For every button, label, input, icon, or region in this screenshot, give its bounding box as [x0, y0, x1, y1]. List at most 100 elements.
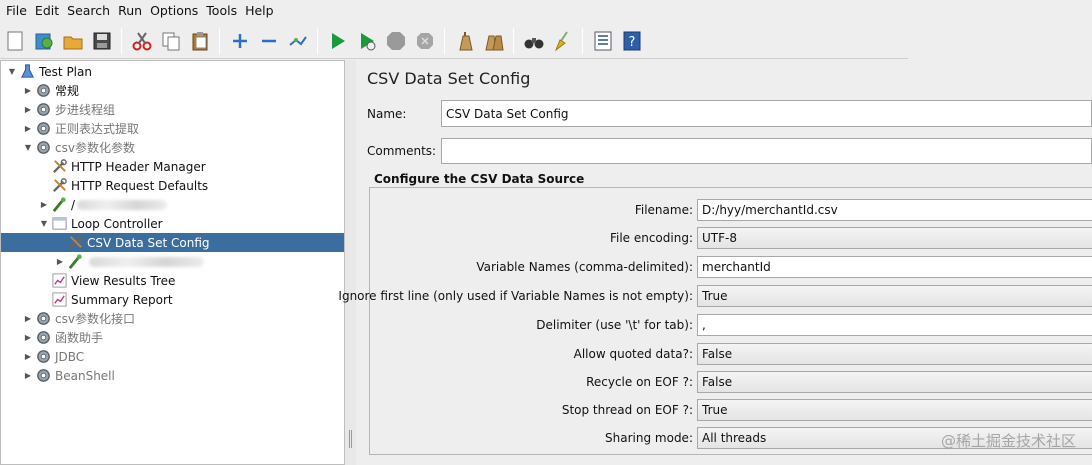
tree-node-label: /: [71, 197, 76, 212]
menu-search[interactable]: Search: [63, 0, 114, 22]
tree-node-label: CSV Data Set Config: [87, 235, 210, 250]
field-combo[interactable]: UTF-8: [697, 227, 1092, 249]
field-combo[interactable]: False: [697, 371, 1092, 393]
tree-node[interactable]: ▼ Loop Controller: [1, 214, 344, 233]
tree-node-label: 步进线程组: [55, 103, 116, 117]
paste-icon: [192, 32, 207, 51]
tree-node[interactable]: ▼ Test Plan: [1, 62, 344, 81]
search-button[interactable]: [519, 25, 548, 57]
expand-toggle-icon[interactable]: ▶: [22, 332, 34, 344]
field-input[interactable]: merchantId: [697, 256, 1092, 278]
help-button[interactable]: ?: [617, 25, 646, 57]
toggle-icon: [288, 36, 307, 46]
shutdown-button[interactable]: [410, 25, 439, 57]
tree-node[interactable]: ▶ /: [1, 195, 344, 214]
collapse-button[interactable]: [254, 25, 283, 57]
save-button[interactable]: [87, 25, 116, 57]
expand-toggle-icon[interactable]: ▶: [22, 370, 34, 382]
field-label: Ignore first line (only used if Variable…: [338, 289, 693, 303]
tree-node[interactable]: CSV Data Set Config: [1, 233, 344, 252]
broom-icon: [554, 31, 568, 52]
clear-icon: [458, 32, 473, 51]
start-no-timers-button[interactable]: [352, 25, 381, 57]
expand-toggle-icon[interactable]: ▶: [38, 199, 50, 211]
toolbar-separator: [219, 28, 220, 54]
stop-button[interactable]: [381, 25, 410, 57]
toolbar-separator: [121, 28, 122, 54]
tree-node[interactable]: HTTP Request Defaults: [1, 176, 344, 195]
templates-button[interactable]: [29, 25, 58, 57]
page-title: CSV Data Set Config: [367, 69, 531, 88]
field-combo[interactable]: True: [697, 399, 1092, 421]
function-helper-button[interactable]: [588, 25, 617, 57]
menu-file[interactable]: File: [2, 0, 31, 22]
expand-toggle-icon[interactable]: ▶: [22, 351, 34, 363]
collapse-toggle-icon[interactable]: ▼: [22, 142, 34, 154]
thread-group-icon: [34, 139, 52, 157]
toolbar-separator: [582, 28, 583, 54]
comments-label: Comments:: [367, 144, 437, 158]
sampler-icon: [50, 196, 68, 214]
comments-field[interactable]: [441, 138, 1092, 164]
open-button[interactable]: [58, 25, 87, 57]
new-icon: [7, 31, 22, 51]
expand-button[interactable]: [225, 25, 254, 57]
redacted-text: [89, 256, 204, 267]
split-pane-divider[interactable]: [345, 60, 356, 465]
tree-node[interactable]: Summary Report: [1, 290, 344, 309]
start-button[interactable]: [323, 25, 352, 57]
copy-button[interactable]: [156, 25, 185, 57]
tree-node[interactable]: View Results Tree: [1, 271, 344, 290]
start-no-timers-icon: [360, 33, 375, 51]
expand-toggle-icon[interactable]: ▶: [22, 104, 34, 116]
reset-search-button[interactable]: [548, 25, 577, 57]
field-combo[interactable]: True: [697, 285, 1092, 307]
tree-node[interactable]: ▶ BeanShell: [1, 366, 344, 385]
tree-node[interactable]: ▶ JDBC: [1, 347, 344, 366]
menu-run[interactable]: Run: [114, 0, 146, 22]
new-button[interactable]: [0, 25, 29, 57]
expand-toggle-icon[interactable]: ▶: [22, 85, 34, 97]
tree-node-label: HTTP Header Manager: [71, 159, 206, 174]
menu-edit[interactable]: Edit: [31, 0, 63, 22]
tree-node-label: 常规: [55, 84, 80, 98]
tree-node[interactable]: ▼ csv参数化参数: [1, 138, 344, 157]
splitter-grip[interactable]: [349, 430, 352, 448]
test-plan-tree[interactable]: ▼ Test Plan ▶ 常规 ▶ 步进线程组 ▶ 正则表达式提取 ▼ csv参数化参数 HTTP…: [0, 60, 345, 465]
field-input[interactable]: D:/hyy/merchantId.csv: [697, 199, 1092, 221]
menu-options[interactable]: Options: [146, 0, 202, 22]
menu-bar: File Edit Search Run Options Tools Help: [0, 0, 1092, 22]
binoculars-icon: [524, 38, 543, 49]
tree-node[interactable]: ▶ 常规: [1, 81, 344, 100]
toggle-button[interactable]: [283, 25, 312, 57]
field-value: merchantId: [702, 260, 771, 274]
field-combo[interactable]: False: [697, 343, 1092, 365]
tree-node-label: BeanShell: [55, 368, 115, 383]
tree-node[interactable]: ▶ 函数助手: [1, 328, 344, 347]
cut-icon: [132, 32, 151, 51]
expand-toggle-icon[interactable]: ▶: [54, 256, 66, 268]
tree-node[interactable]: HTTP Header Manager: [1, 157, 344, 176]
toolbar-separator: [444, 28, 445, 54]
cut-button[interactable]: [127, 25, 156, 57]
copy-icon: [162, 32, 179, 51]
clear-all-button[interactable]: [479, 25, 508, 57]
field-value: True: [702, 403, 728, 417]
field-label: Allow quoted data?:: [573, 347, 693, 361]
tree-node[interactable]: ▶ 步进线程组: [1, 100, 344, 119]
name-field[interactable]: CSV Data Set Config: [441, 100, 1092, 127]
expand-toggle-icon[interactable]: ▶: [22, 123, 34, 135]
stop-icon: [386, 32, 405, 50]
field-input[interactable]: ,: [697, 314, 1092, 336]
menu-help[interactable]: Help: [241, 0, 278, 22]
paste-button[interactable]: [185, 25, 214, 57]
collapse-toggle-icon[interactable]: ▼: [6, 66, 18, 78]
clear-button[interactable]: [450, 25, 479, 57]
expand-toggle-icon[interactable]: ▶: [22, 313, 34, 325]
collapse-toggle-icon[interactable]: ▼: [38, 218, 50, 230]
tree-node[interactable]: ▶: [1, 252, 344, 271]
menu-tools[interactable]: Tools: [202, 0, 241, 22]
tree-node[interactable]: ▶ 正则表达式提取: [1, 119, 344, 138]
tree-node[interactable]: ▶ csv参数化接口: [1, 309, 344, 328]
